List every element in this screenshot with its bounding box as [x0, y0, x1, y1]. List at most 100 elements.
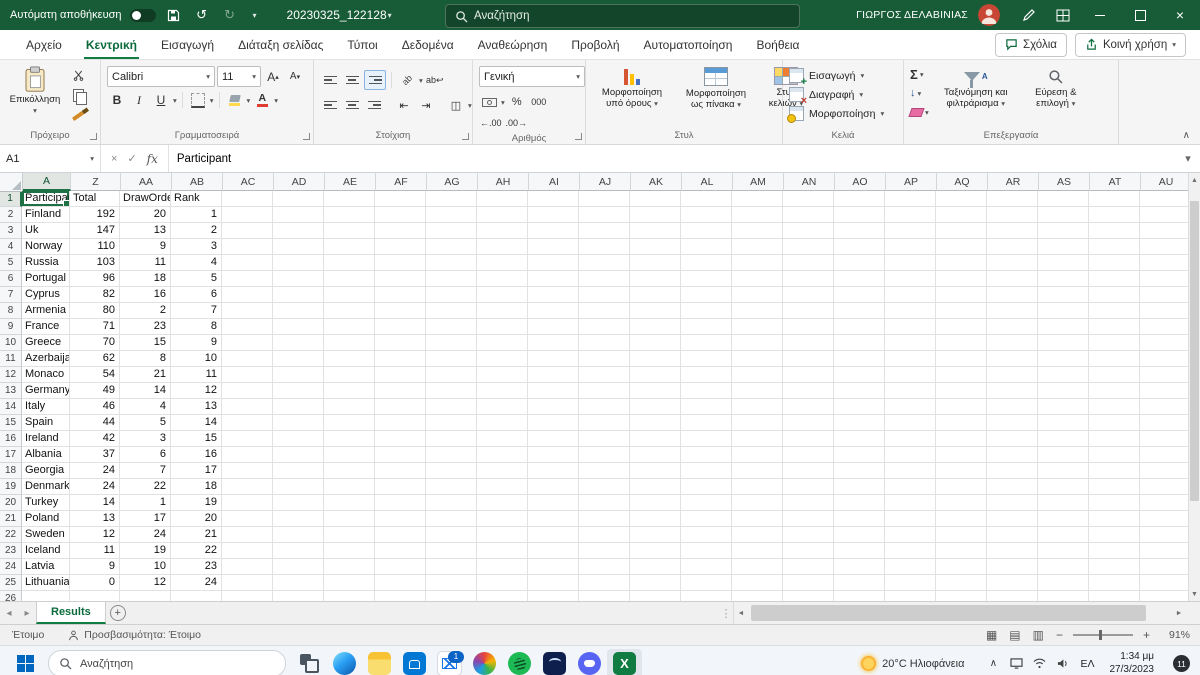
cell-AQ25[interactable] — [936, 575, 987, 591]
cell-AB1[interactable]: Rank — [171, 191, 222, 207]
column-header-AI[interactable]: AI — [529, 173, 580, 191]
weather-widget[interactable]: 20°C Ηλιοφάνεια — [861, 656, 980, 671]
cell-AG6[interactable] — [426, 271, 477, 287]
cell-AJ24[interactable] — [579, 559, 630, 575]
cell-AB24[interactable]: 23 — [171, 559, 222, 575]
redo-button[interactable]: ↻ — [220, 5, 240, 25]
ribbon-tab-6[interactable]: Αναθεώρηση — [466, 30, 560, 59]
cell-AB16[interactable]: 15 — [171, 431, 222, 447]
cell-AF18[interactable] — [375, 463, 426, 479]
cell-A23[interactable]: Iceland — [22, 543, 70, 559]
ink-pen-icon[interactable] — [1012, 0, 1046, 30]
cell-Z15[interactable]: 44 — [70, 415, 120, 431]
cell-AM22[interactable] — [732, 527, 783, 543]
cell-AM7[interactable] — [732, 287, 783, 303]
cell-AO8[interactable] — [834, 303, 885, 319]
cell-Z10[interactable]: 70 — [70, 335, 120, 351]
cell-AT19[interactable] — [1089, 479, 1140, 495]
cell-AE4[interactable] — [324, 239, 375, 255]
cell-AC19[interactable] — [222, 479, 273, 495]
cell-AN9[interactable] — [783, 319, 834, 335]
cell-AM23[interactable] — [732, 543, 783, 559]
cell-AF22[interactable] — [375, 527, 426, 543]
cell-AT14[interactable] — [1089, 399, 1140, 415]
cell-AP15[interactable] — [885, 415, 936, 431]
cell-AO19[interactable] — [834, 479, 885, 495]
cell-Z1[interactable]: Total — [70, 191, 120, 207]
cell-AD12[interactable] — [273, 367, 324, 383]
cell-AJ10[interactable] — [579, 335, 630, 351]
cell-Z23[interactable]: 11 — [70, 543, 120, 559]
vertical-scrollbar[interactable]: ▲ ▼ — [1188, 173, 1200, 601]
cell-AA14[interactable]: 4 — [120, 399, 171, 415]
ribbon-tab-0[interactable]: Αρχείο — [14, 30, 74, 59]
cell-A17[interactable]: Albania — [22, 447, 70, 463]
cell-AD17[interactable] — [273, 447, 324, 463]
cell-AO3[interactable] — [834, 223, 885, 239]
cell-AH8[interactable] — [477, 303, 528, 319]
row-header-2[interactable]: 2 — [0, 207, 22, 223]
cell-AI10[interactable] — [528, 335, 579, 351]
cell-AH5[interactable] — [477, 255, 528, 271]
scroll-right-arrow[interactable]: ► — [1172, 610, 1186, 617]
cell-AE24[interactable] — [324, 559, 375, 575]
normal-view-button[interactable]: ▦ — [984, 628, 999, 642]
cell-AE7[interactable] — [324, 287, 375, 303]
cell-AN2[interactable] — [783, 207, 834, 223]
cell-AI24[interactable] — [528, 559, 579, 575]
cell-AJ8[interactable] — [579, 303, 630, 319]
cell-AN6[interactable] — [783, 271, 834, 287]
cell-AL1[interactable] — [681, 191, 732, 207]
orientation-button[interactable]: ab — [397, 71, 417, 89]
cell-AJ25[interactable] — [579, 575, 630, 591]
decrease-indent-button[interactable]: ⇤ — [394, 96, 414, 114]
cell-AO14[interactable] — [834, 399, 885, 415]
cell-Z16[interactable]: 42 — [70, 431, 120, 447]
cell-AU1[interactable] — [1140, 191, 1191, 207]
cell-A7[interactable]: Cyprus — [22, 287, 70, 303]
column-header-AG[interactable]: AG — [427, 173, 478, 191]
cell-AD10[interactable] — [273, 335, 324, 351]
copy-button[interactable] — [68, 88, 88, 105]
cell-AB26[interactable] — [171, 591, 222, 601]
cell-AU6[interactable] — [1140, 271, 1191, 287]
zoom-slider-knob[interactable] — [1098, 630, 1102, 640]
cell-AQ2[interactable] — [936, 207, 987, 223]
cell-AS19[interactable] — [1038, 479, 1089, 495]
cell-AQ22[interactable] — [936, 527, 987, 543]
cell-AS20[interactable] — [1038, 495, 1089, 511]
cell-AK26[interactable] — [630, 591, 681, 601]
cell-AD26[interactable] — [273, 591, 324, 601]
cell-AI7[interactable] — [528, 287, 579, 303]
cell-AG10[interactable] — [426, 335, 477, 351]
cell-A2[interactable]: Finland — [22, 207, 70, 223]
ribbon-tab-9[interactable]: Βοήθεια — [744, 30, 811, 59]
cell-AU4[interactable] — [1140, 239, 1191, 255]
row-header-13[interactable]: 13 — [0, 383, 22, 399]
row-header-26[interactable]: 26 — [0, 591, 22, 601]
decrease-font-button[interactable]: A ▾ — [285, 68, 305, 86]
cell-A9[interactable]: France — [22, 319, 70, 335]
cell-AI13[interactable] — [528, 383, 579, 399]
cell-Z3[interactable]: 147 — [70, 223, 120, 239]
cell-AH26[interactable] — [477, 591, 528, 601]
cell-AO15[interactable] — [834, 415, 885, 431]
titlebar-search[interactable]: Αναζήτηση — [445, 4, 800, 28]
delete-cells-button[interactable]: Διαγραφή ▾ — [789, 87, 897, 107]
cell-A12[interactable]: Monaco — [22, 367, 70, 383]
cell-AJ21[interactable] — [579, 511, 630, 527]
cell-AL16[interactable] — [681, 431, 732, 447]
cell-AN21[interactable] — [783, 511, 834, 527]
cell-AE23[interactable] — [324, 543, 375, 559]
cell-AC12[interactable] — [222, 367, 273, 383]
cell-AO13[interactable] — [834, 383, 885, 399]
cell-AG12[interactable] — [426, 367, 477, 383]
cell-AF23[interactable] — [375, 543, 426, 559]
cell-AN10[interactable] — [783, 335, 834, 351]
cell-AO2[interactable] — [834, 207, 885, 223]
cell-A21[interactable]: Poland — [22, 511, 70, 527]
ribbon-tab-3[interactable]: Διάταξη σελίδας — [226, 30, 335, 59]
cell-AU25[interactable] — [1140, 575, 1191, 591]
orientation-chevron[interactable]: ▾ — [419, 76, 423, 85]
cell-AU24[interactable] — [1140, 559, 1191, 575]
